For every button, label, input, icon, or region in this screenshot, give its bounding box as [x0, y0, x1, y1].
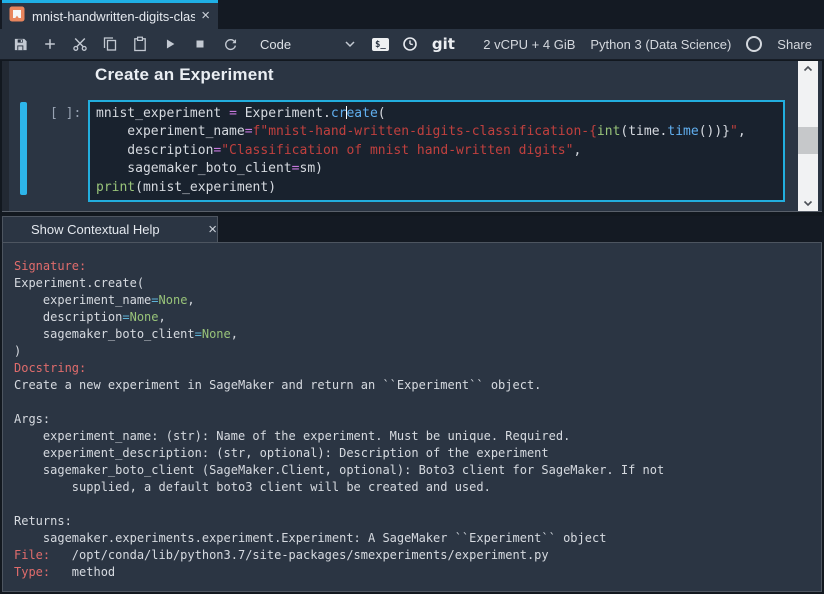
toolbar-right-group: 2 vCPU + 4 GiB Python 3 (Data Science) S… — [483, 36, 824, 52]
notebook-left-gutter — [2, 61, 9, 211]
help-tab-bar: Show Contextual Help × — [0, 216, 824, 242]
help-line: sagemaker_boto_client=None, — [14, 326, 821, 343]
help-line: description=None, — [14, 309, 821, 326]
help-line: Docstring: — [14, 360, 821, 377]
run-cell-button[interactable] — [156, 31, 184, 57]
help-line: Experiment.create( — [14, 275, 821, 292]
contextual-help-panel: Signature:Experiment.create( experiment_… — [2, 242, 822, 592]
notebook-toolbar: Code $_ git 2 vCPU + 4 GiB Python 3 (Dat… — [0, 29, 824, 60]
help-line: Returns: — [14, 513, 821, 530]
notebook-scrollbar[interactable] — [798, 61, 818, 211]
notebook-icon — [9, 6, 25, 27]
add-cell-button[interactable] — [36, 31, 64, 57]
help-line: Create a new experiment in SageMaker and… — [14, 377, 821, 394]
kernel-name-button[interactable]: Python 3 (Data Science) — [590, 37, 731, 52]
share-button[interactable]: Share — [777, 37, 812, 52]
help-tab-title: Show Contextual Help — [31, 222, 202, 237]
help-line: supplied, a default boto3 client will be… — [14, 479, 821, 496]
help-line: sagemaker.experiments.experiment.Experim… — [14, 530, 821, 547]
kernel-status-icon[interactable] — [746, 36, 762, 52]
code-line: print(mnist_experiment) — [96, 179, 777, 197]
help-line: experiment_description: (str, optional):… — [14, 445, 821, 462]
help-line — [14, 394, 821, 411]
notebook-panel: Create an Experiment [ ]: mnist_experime… — [2, 61, 822, 212]
scroll-down-arrow[interactable] — [798, 195, 818, 211]
tab-notebook[interactable]: mnist-handwritten-digits-clas × — [2, 0, 218, 29]
help-line: experiment_name: (str): Name of the expe… — [14, 428, 821, 445]
help-line: experiment_name=None, — [14, 292, 821, 309]
tab-contextual-help[interactable]: Show Contextual Help × — [2, 216, 218, 242]
git-button[interactable]: git — [432, 35, 455, 53]
clock-icon[interactable] — [402, 36, 418, 52]
code-editor[interactable]: mnist_experiment = Experiment.create( ex… — [96, 105, 777, 197]
help-line: ) — [14, 343, 821, 360]
copy-cells-button[interactable] — [96, 31, 124, 57]
scrollbar-thumb[interactable] — [798, 127, 818, 154]
instance-type-button[interactable]: 2 vCPU + 4 GiB — [483, 37, 575, 52]
cell-type-value: Code — [260, 37, 291, 52]
cut-cells-button[interactable] — [66, 31, 94, 57]
help-line: Args: — [14, 411, 821, 428]
code-cell[interactable]: mnist_experiment = Experiment.create( ex… — [88, 100, 785, 202]
notebook-tab-bar: mnist-handwritten-digits-clas × — [0, 0, 824, 29]
restart-kernel-button[interactable] — [216, 31, 244, 57]
save-button[interactable] — [6, 31, 34, 57]
image-terminal-button[interactable]: $_ — [372, 38, 389, 51]
help-line: sagemaker_boto_client (SageMaker.Client,… — [14, 462, 821, 479]
cell-collapser[interactable] — [20, 102, 27, 195]
cell-type-dropdown[interactable]: Code — [260, 32, 356, 56]
help-content: Signature:Experiment.create( experiment_… — [14, 258, 821, 581]
tab-title: mnist-handwritten-digits-clas — [32, 9, 195, 24]
markdown-heading: Create an Experiment — [95, 65, 274, 85]
code-line: experiment_name=f"mnist-hand-written-dig… — [96, 123, 777, 141]
code-line: sagemaker_boto_client=sm) — [96, 160, 777, 178]
close-icon[interactable]: × — [208, 223, 217, 237]
code-line: description="Classification of mnist han… — [96, 142, 777, 160]
help-line: Type: method — [14, 564, 821, 581]
help-line: Signature: — [14, 258, 821, 275]
app-window: mnist-handwritten-digits-clas × — [0, 0, 824, 594]
chevron-down-icon — [344, 37, 356, 52]
stop-kernel-button[interactable] — [186, 31, 214, 57]
help-line: File: /opt/conda/lib/python3.7/site-pack… — [14, 547, 821, 564]
paste-cells-button[interactable] — [126, 31, 154, 57]
scroll-up-arrow[interactable] — [798, 61, 818, 77]
cell-prompt: [ ]: — [50, 106, 81, 121]
help-line — [14, 496, 821, 513]
close-icon[interactable]: × — [201, 9, 210, 23]
code-line: mnist_experiment = Experiment.create( — [96, 105, 777, 123]
